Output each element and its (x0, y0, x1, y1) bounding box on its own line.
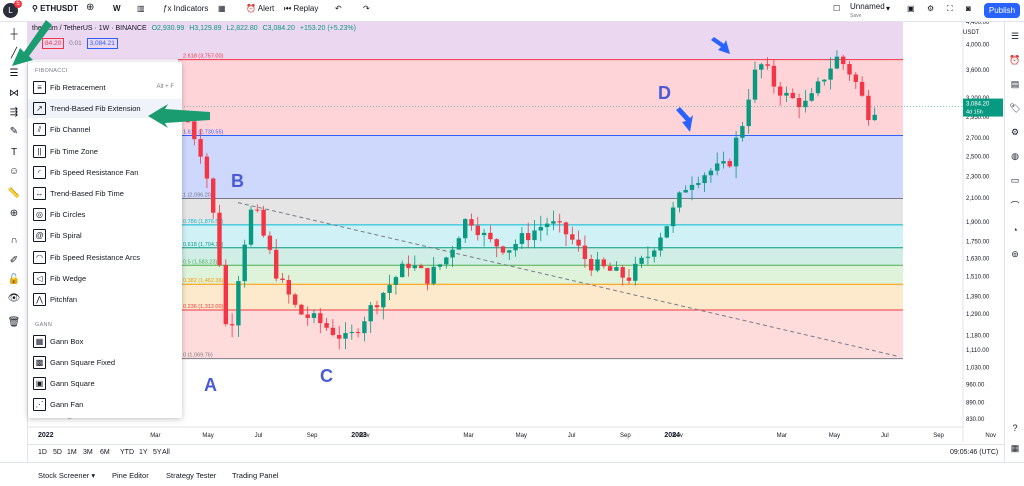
range-1d[interactable]: 1D (38, 449, 47, 456)
arrow-to-peak (711, 37, 730, 54)
range-all[interactable]: All (162, 449, 170, 456)
range-5d[interactable]: 5D (53, 449, 62, 456)
range-3m[interactable]: 3M (83, 449, 93, 456)
range-6m[interactable]: 6M (100, 449, 110, 456)
arrow-to-fib-tool (12, 20, 52, 66)
arrow-to-trend-fib (148, 104, 210, 128)
range-1y[interactable]: 1Y (139, 449, 148, 456)
panel-tab-stock-screener[interactable]: Stock Screener ▾ (38, 471, 95, 480)
bottom-panel-tabs: Stock Screener ▾ Pine Editor Strategy Test… (0, 462, 1024, 486)
annotation-arrows (12, 20, 730, 132)
panel-tab-strategy-tester[interactable]: Strategy Tester (166, 471, 216, 480)
panel-tab-trading-panel[interactable]: Trading Panel (232, 471, 278, 480)
range-1m[interactable]: 1M (67, 449, 77, 456)
clock: 09:05:46 (UTC) (950, 449, 999, 456)
arrow-to-d (676, 107, 693, 132)
range-ytd[interactable]: YTD (120, 449, 134, 456)
range-5y[interactable]: 5Y (153, 449, 162, 456)
time-range-bar: 09:05:46 (UTC) 1D 5D 1M 3M 6M YTD 1Y 5Y All (28, 444, 1004, 461)
panel-tab-pine-editor[interactable]: Pine Editor (112, 471, 149, 480)
